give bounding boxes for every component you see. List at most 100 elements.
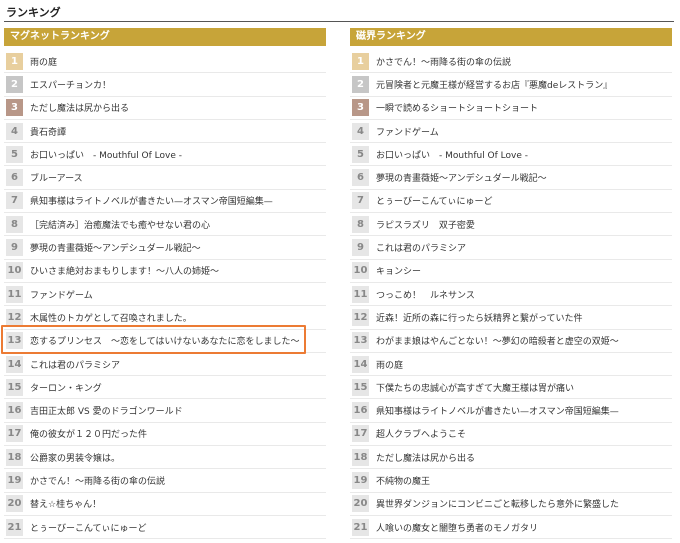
ranking-title-link[interactable]: 恋するプリンセス 〜恋をしてはいけないあなたに恋をしました〜: [30, 334, 300, 347]
ranking-title-link[interactable]: ［完結済み］治癒魔法でも癒やせない君の心: [30, 218, 210, 231]
ranking-row: 20 異世界ダンジョンにコンビニごと転移したら意外に繁盛した: [350, 493, 672, 516]
ranking-title-link[interactable]: これは君のパラミシア: [376, 241, 466, 254]
rank-number-badge: 10: [352, 262, 369, 280]
ranking-row: 5 お口いっぱい - Mouthful Of Love -: [4, 143, 326, 167]
ranking-title-link[interactable]: 人喰いの魔女と闇堕ち勇者のモノガタリ: [376, 521, 538, 534]
ranking-row: 9 これは君のパラミシア: [350, 236, 672, 260]
ranking-title-link[interactable]: 元冒険者と元魔王様が経営するお店『悪魔deレストラン』: [376, 78, 612, 91]
rank-number-badge: 12: [352, 308, 369, 326]
ranking-title-link[interactable]: キョンシー: [376, 264, 421, 277]
ranking-row: 14 これは君のパラミシア: [4, 353, 326, 377]
ranking-title-link[interactable]: ラピスラズリ 双子密愛: [376, 218, 475, 231]
rank-number-badge: 2: [352, 75, 369, 93]
rank-number-badge: 2: [6, 75, 23, 93]
ranking-row: 3 ただし魔法は尻から出る: [4, 97, 326, 120]
ranking-title-link[interactable]: ひいさま絶対おまもりします！〜八人の姉姫〜: [30, 264, 219, 277]
ranking-title-link[interactable]: 貴石奇譚: [30, 125, 66, 138]
ranking-row: 17 俺の彼女が１２０円だった件: [4, 423, 326, 447]
rank-number-badge: 7: [352, 192, 369, 210]
ranking-row: 2 エスパーチョンカ！: [4, 73, 326, 97]
rank-number-badge: 16: [6, 402, 23, 420]
ranking-title-link[interactable]: 県知事様はライトノベルが書きたい—オスマン帝国短編集—: [376, 404, 619, 417]
ranking-row: 19 かさでん！〜雨降る街の傘の伝説: [4, 469, 326, 493]
ranking-row: 1 雨の庭: [4, 50, 326, 74]
ranking-row: 11 ファンドゲーム: [4, 283, 326, 307]
ranking-row: 7 県知事様はライトノベルが書きたい—オスマン帝国短編集—: [4, 190, 326, 214]
ranking-title-link[interactable]: とぅーびーこんてぃにゅーど: [376, 194, 493, 207]
ranking-title-link[interactable]: これは君のパラミシア: [30, 358, 120, 371]
rank-number-badge: 19: [352, 471, 369, 489]
ranking-title-link[interactable]: つっこめ！ ルネサンス: [376, 288, 475, 301]
ranking-row: 8 ［完結済み］治癒魔法でも癒やせない君の心: [4, 213, 326, 237]
magnet-ranking-list: 1 雨の庭 2 エスパーチョンカ！ 3 ただし魔法は尻から出る 4 貴石奇譚 5 お口いっぱい -…: [4, 50, 326, 540]
ranking-title-link[interactable]: とぅーびーこんてぃにゅーど: [30, 521, 147, 534]
ranking-title-link[interactable]: 木属性のトカゲとして召喚されました。: [30, 311, 192, 324]
ranking-title-link[interactable]: 雨の庭: [30, 55, 57, 68]
ranking-row: 5 お口いっぱい - Mouthful Of Love -: [350, 143, 672, 167]
rank-number-badge: 16: [352, 402, 369, 420]
ranking-title-link[interactable]: ファンドゲーム: [30, 288, 93, 301]
ranking-title-link[interactable]: ターロン・キング: [30, 381, 102, 394]
ranking-title-link[interactable]: 一瞬で読めるショートショートショート: [376, 101, 538, 114]
ranking-title-link[interactable]: 雨の庭: [376, 358, 403, 371]
rank-number-badge: 4: [6, 122, 23, 140]
rank-number-badge: 10: [6, 262, 23, 280]
ranking-row: 8 ラピスラズリ 双子密愛: [350, 213, 672, 237]
ranking-title-link[interactable]: 公爵家の男装令嬢は。: [30, 451, 120, 464]
rank-number-badge: 5: [352, 145, 369, 163]
ranking-title-link[interactable]: 俺の彼女が１２０円だった件: [30, 427, 147, 440]
ranking-row: 16 吉田正太郎 VS 愛のドラゴンワールド: [4, 399, 326, 423]
ranking-title-link[interactable]: 超人クラブへようこそ: [376, 427, 466, 440]
ranking-row: 2 元冒険者と元魔王様が経営するお店『悪魔deレストラン』: [350, 73, 672, 97]
ranking-row: 11 つっこめ！ ルネサンス: [350, 283, 672, 307]
ranking-row: 9 夢現の青畫薇姫〜アンデシュダール戦記〜: [4, 236, 326, 260]
ranking-title-link[interactable]: ファンドゲーム: [376, 125, 439, 138]
ranking-row: 15 下僕たちの忠誠心が高すぎて大魔王様は胃が痛い: [350, 376, 672, 400]
rank-number-badge: 21: [352, 518, 369, 536]
ranking-row: 1 かさでん！〜雨降る街の傘の伝説: [350, 50, 672, 74]
ranking-title-link[interactable]: かさでん！〜雨降る街の傘の伝説: [376, 55, 511, 68]
ranking-title-link[interactable]: エスパーチョンカ！: [30, 78, 111, 91]
ranking-row: 21 人喰いの魔女と闇堕ち勇者のモノガタリ: [350, 516, 672, 540]
ranking-title-link[interactable]: 県知事様はライトノベルが書きたい—オスマン帝国短編集—: [30, 194, 273, 207]
ranking-title-link[interactable]: 不純物の魔王: [376, 474, 430, 487]
rank-number-badge: 1: [352, 52, 369, 70]
ranking-title-link[interactable]: わがまま娘はやんごとない！〜夢幻の暗殺者と虚空の双姫〜: [376, 334, 619, 347]
rank-number-badge: 8: [6, 215, 23, 233]
ranking-row: 19 不純物の魔王: [350, 469, 672, 493]
ranking-row: 18 公爵家の男装令嬢は。: [4, 446, 326, 470]
ranking-title-link[interactable]: 吉田正太郎 VS 愛のドラゴンワールド: [30, 404, 183, 417]
ranking-title-link[interactable]: 夢現の青畫薇姫〜アンデシュダール戦記〜: [376, 171, 547, 184]
page-title: ランキング: [6, 6, 61, 19]
ranking-title-link[interactable]: ただし魔法は尻から出る: [30, 101, 129, 114]
ranking-title-link[interactable]: 夢現の青畫薇姫〜アンデシュダール戦記〜: [30, 241, 201, 254]
rank-number-badge: 14: [352, 355, 369, 373]
ranking-title-link[interactable]: ブルーアース: [30, 171, 83, 184]
ranking-title-link[interactable]: ただし魔法は尻から出る: [376, 451, 475, 464]
ranking-row: 3 一瞬で読めるショートショートショート: [350, 97, 672, 120]
rank-number-badge: 6: [6, 169, 23, 187]
rank-number-badge: 11: [352, 285, 369, 303]
ranking-row: 16 県知事様はライトノベルが書きたい—オスマン帝国短編集—: [350, 399, 672, 423]
rank-number-badge: 3: [6, 99, 23, 117]
jikai-ranking-panel: 磁界ランキング 1 かさでん！〜雨降る街の傘の伝説 2 元冒険者と元魔王様が経営するお…: [350, 28, 672, 540]
jikai-ranking-header: 磁界ランキング: [350, 28, 672, 46]
rank-number-badge: 13: [352, 332, 369, 350]
rank-number-badge: 19: [6, 471, 23, 489]
rank-number-badge: 15: [6, 378, 23, 396]
rank-number-badge: 17: [6, 425, 23, 443]
ranking-title-link[interactable]: かさでん！〜雨降る街の傘の伝説: [30, 474, 165, 487]
ranking-title-link[interactable]: 下僕たちの忠誠心が高すぎて大魔王様は胃が痛い: [376, 381, 574, 394]
ranking-title-link[interactable]: お口いっぱい - Mouthful Of Love -: [30, 148, 182, 161]
rank-number-badge: 4: [352, 122, 369, 140]
rank-number-badge: 15: [352, 378, 369, 396]
ranking-title-link[interactable]: 替え☆桂ちゃん！: [30, 497, 101, 510]
rank-number-badge: 3: [352, 99, 369, 117]
ranking-title-link[interactable]: お口いっぱい - Mouthful Of Love -: [376, 148, 528, 161]
magnet-ranking-panel: マグネットランキング 1 雨の庭 2 エスパーチョンカ！ 3 ただし魔法は尻から出る 4 貴石…: [4, 28, 326, 540]
rank-number-badge: 17: [352, 425, 369, 443]
ranking-title-link[interactable]: 異世界ダンジョンにコンビニごと転移したら意外に繁盛した: [376, 497, 619, 510]
rank-number-badge: 20: [6, 495, 23, 513]
rank-number-badge: 18: [352, 448, 369, 466]
ranking-title-link[interactable]: 近森！近所の森に行ったら妖精界と繋がっていた件: [376, 311, 583, 324]
